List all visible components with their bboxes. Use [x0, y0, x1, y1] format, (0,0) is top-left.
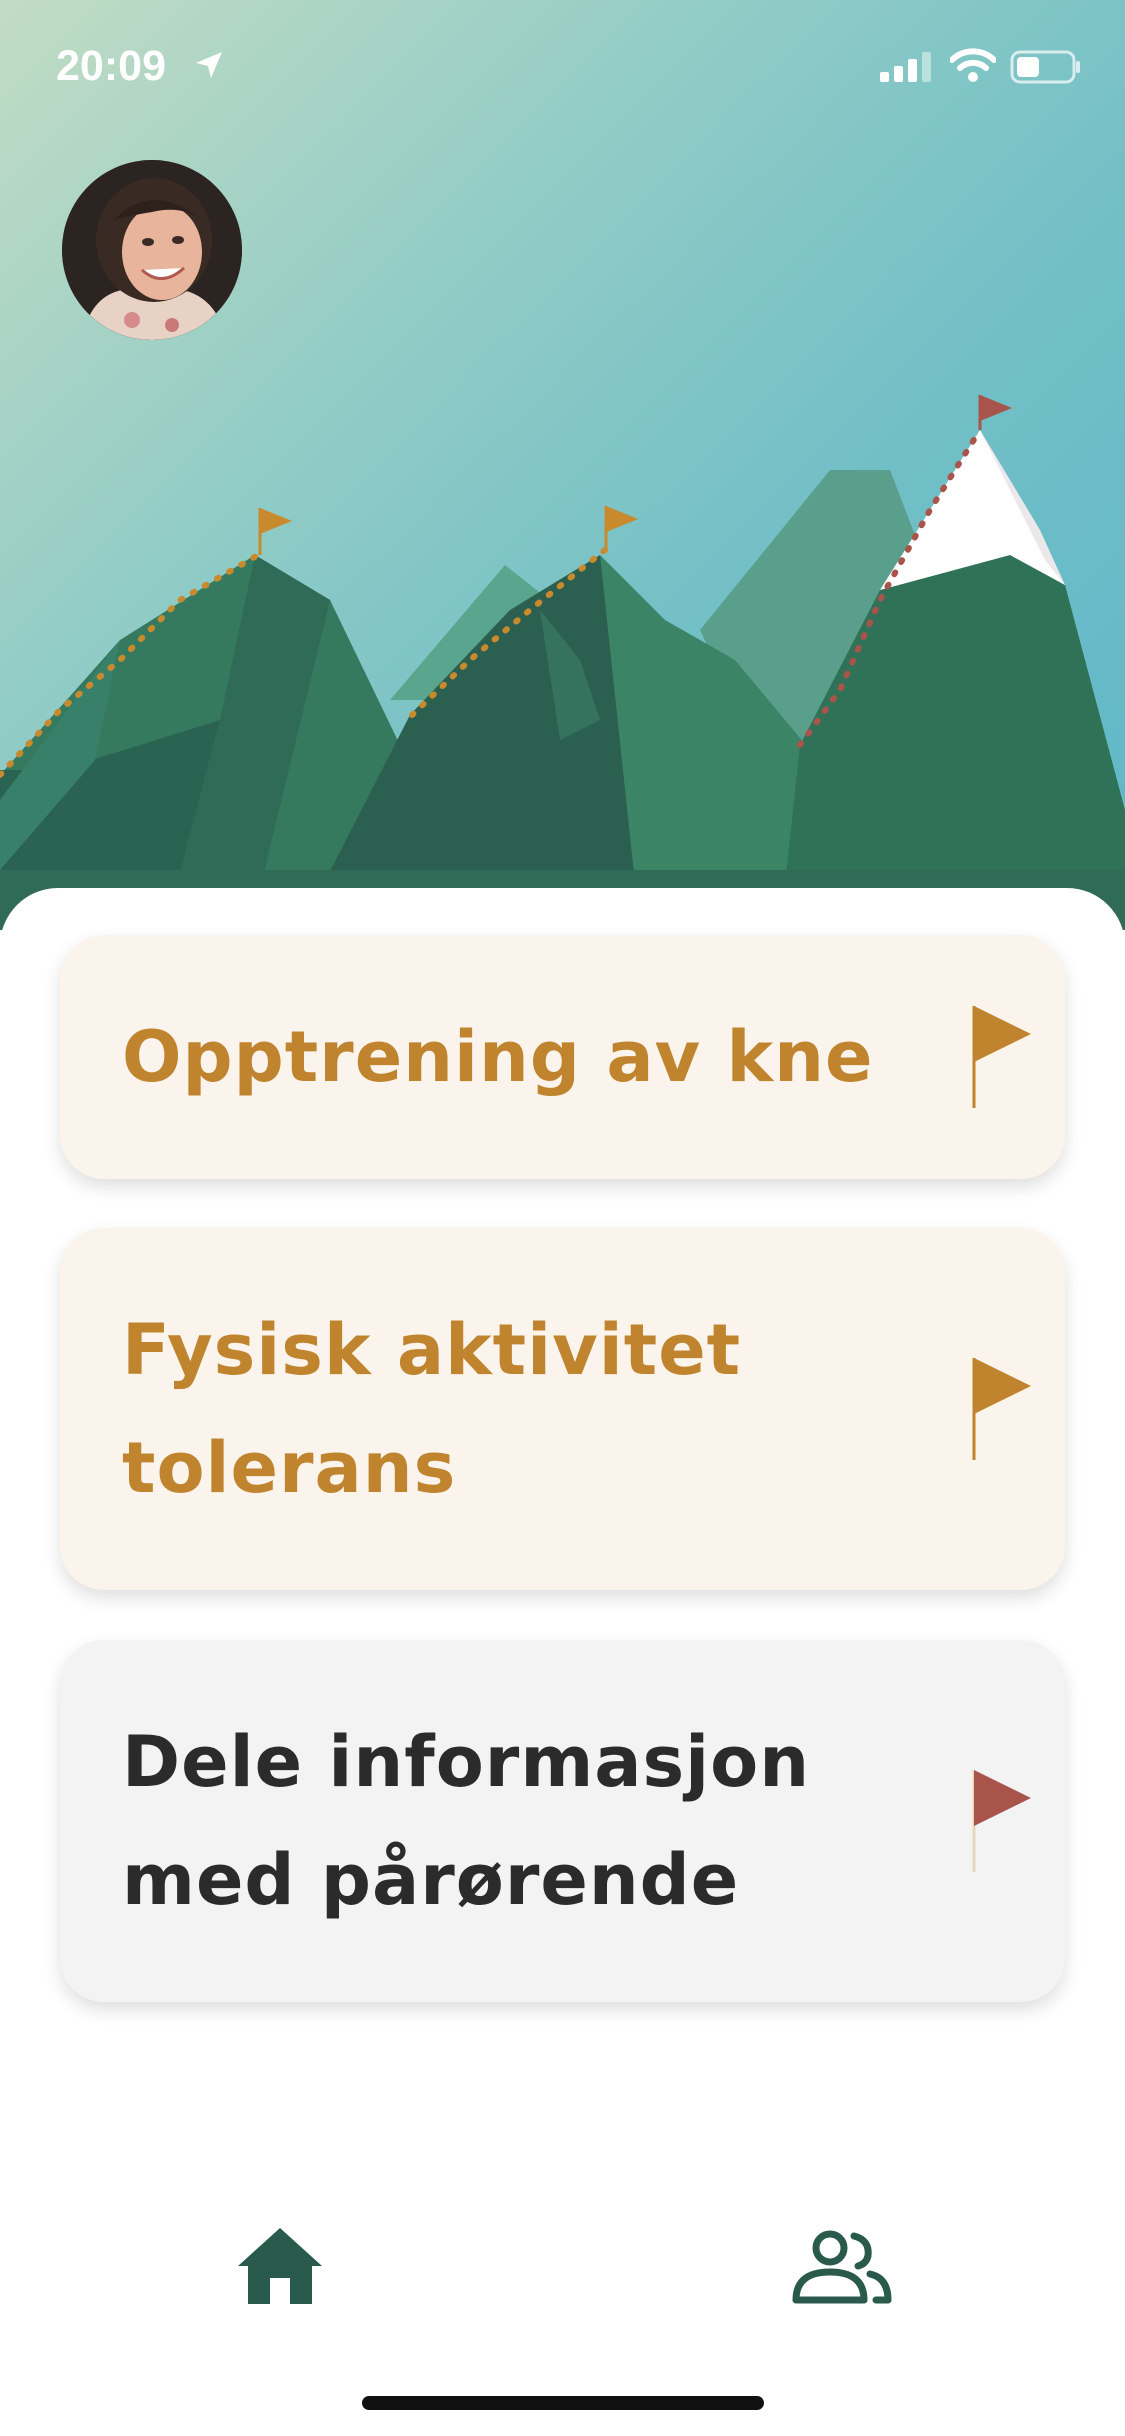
home-indicator[interactable] — [362, 2396, 764, 2410]
flag-icon — [972, 1006, 1031, 1108]
card-opptrening-av-kne[interactable]: Opptrening av kne — [60, 935, 1065, 1179]
hero-banner: 20:09 — [0, 0, 1125, 930]
card-dele-informasjon[interactable]: Dele informasjon med pårørende — [60, 1640, 1065, 2002]
flag-icon — [972, 1770, 1031, 1872]
status-bar: 20:09 — [0, 0, 1125, 140]
card-label: Opptrening av kne — [122, 1016, 874, 1098]
card-label: Fysisk aktivitet tolerans — [122, 1309, 742, 1509]
location-arrow-icon — [196, 52, 222, 78]
avatar[interactable] — [62, 160, 242, 340]
flag-icon — [972, 1358, 1031, 1460]
battery-icon — [1010, 50, 1080, 84]
user-avatar-icon — [62, 160, 242, 340]
status-time: 20:09 — [56, 42, 166, 90]
home-icon[interactable] — [236, 2226, 324, 2306]
card-fysisk-aktivitet-tolerans[interactable]: Fysisk aktivitet tolerans — [60, 1228, 1065, 1590]
people-icon[interactable] — [792, 2230, 892, 2304]
wifi-icon — [950, 48, 996, 82]
card-label: Dele informasjon med pårørende — [122, 1721, 811, 1921]
cellular-signal-icon — [880, 52, 931, 82]
